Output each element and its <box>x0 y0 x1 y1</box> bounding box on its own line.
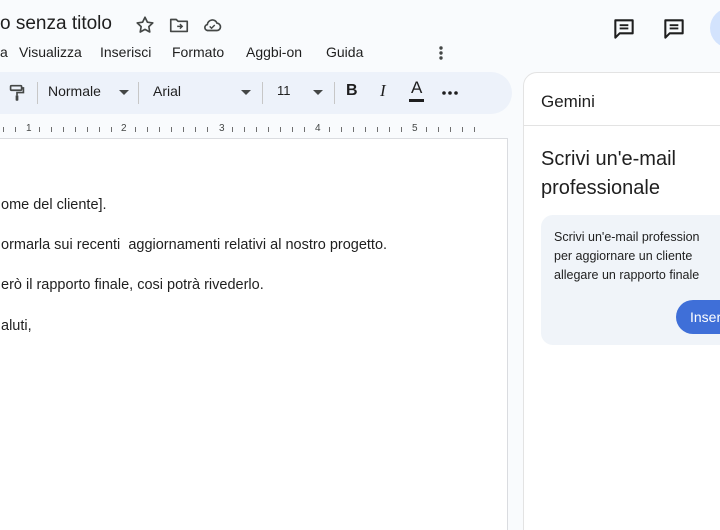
ruler-number: 4 <box>315 123 321 134</box>
gemini-panel: Gemini Scrivi un'e-mail professionale Sc… <box>523 72 720 530</box>
more-horizontal-icon[interactable] <box>439 82 461 104</box>
font-size-select[interactable]: 11 <box>277 83 291 98</box>
insert-button[interactable]: Inser <box>676 300 720 334</box>
gemini-title: Gemini <box>541 92 595 111</box>
toolbar-separator <box>138 82 139 104</box>
formatting-toolbar: Normale Arial 11 B I A <box>0 72 512 114</box>
toolbar-separator <box>37 82 38 104</box>
prompt-line: Scrivi un'e-mail profession <box>554 230 700 244</box>
paragraph-style-select[interactable]: Normale <box>48 83 101 99</box>
avatar[interactable] <box>710 8 720 48</box>
bold-button[interactable]: B <box>346 82 358 100</box>
font-family-select[interactable]: Arial <box>153 83 181 99</box>
comment-history-icon[interactable] <box>611 16 637 42</box>
ruler-number: 5 <box>412 123 418 134</box>
gemini-heading: Scrivi un'e-mail professionale <box>541 145 720 203</box>
text-color-button[interactable]: A <box>409 78 425 102</box>
prompt-card: Scrivi un'e-mail profession per aggiorna… <box>541 215 720 345</box>
prompt-line: allegare un rapporto finale <box>554 268 700 282</box>
prompt-line: per aggiornare un cliente <box>554 249 693 263</box>
document-title[interactable]: o senza titolo <box>0 13 112 35</box>
body-line[interactable]: ormarla sui recenti aggiornamenti relati… <box>1 237 387 253</box>
italic-button[interactable]: I <box>380 81 386 101</box>
menu-item-guida[interactable]: Guida <box>326 44 363 60</box>
title-row: o senza titolo <box>0 8 520 42</box>
size-dropdown-arrow-icon[interactable] <box>313 90 323 95</box>
star-icon[interactable] <box>134 14 156 36</box>
ruler[interactable]: 1 2 3 4 5 <box>0 120 500 138</box>
body-line[interactable]: ome del cliente]. <box>1 197 107 213</box>
body-line[interactable]: aluti, <box>1 318 32 334</box>
menu-item-modifica[interactable]: a <box>0 44 8 60</box>
menu-item-visualizza[interactable]: Visualizza <box>19 44 82 60</box>
gemini-heading-line: Scrivi un'e-mail <box>541 148 676 170</box>
toolbar-separator <box>334 82 335 104</box>
move-to-folder-icon[interactable] <box>168 14 190 36</box>
menu-item-inserisci[interactable]: Inserisci <box>100 44 151 60</box>
paint-format-icon[interactable] <box>6 82 28 104</box>
font-dropdown-arrow-icon[interactable] <box>241 90 251 95</box>
ruler-number: 1 <box>26 123 32 134</box>
menu-item-formato[interactable]: Formato <box>172 44 224 60</box>
document-page[interactable]: ome del cliente]. ormarla sui recenti ag… <box>0 138 508 530</box>
comments-icon[interactable] <box>661 16 687 42</box>
ruler-number: 2 <box>121 123 127 134</box>
ruler-number: 3 <box>219 123 225 134</box>
menu-bar: a Visualizza Inserisci Formato Aggbi-on … <box>0 42 470 64</box>
menu-item-add-ons[interactable]: Aggbi-on <box>246 44 302 60</box>
style-dropdown-arrow-icon[interactable] <box>119 90 129 95</box>
more-vertical-icon[interactable] <box>432 44 450 62</box>
body-line[interactable]: erò il rapporto finale, cosi potrà rived… <box>1 277 264 293</box>
gemini-header: Gemini <box>524 73 720 126</box>
cloud-status-icon[interactable] <box>201 14 223 36</box>
toolbar-separator <box>262 82 263 104</box>
gemini-heading-line: professionale <box>541 177 660 199</box>
